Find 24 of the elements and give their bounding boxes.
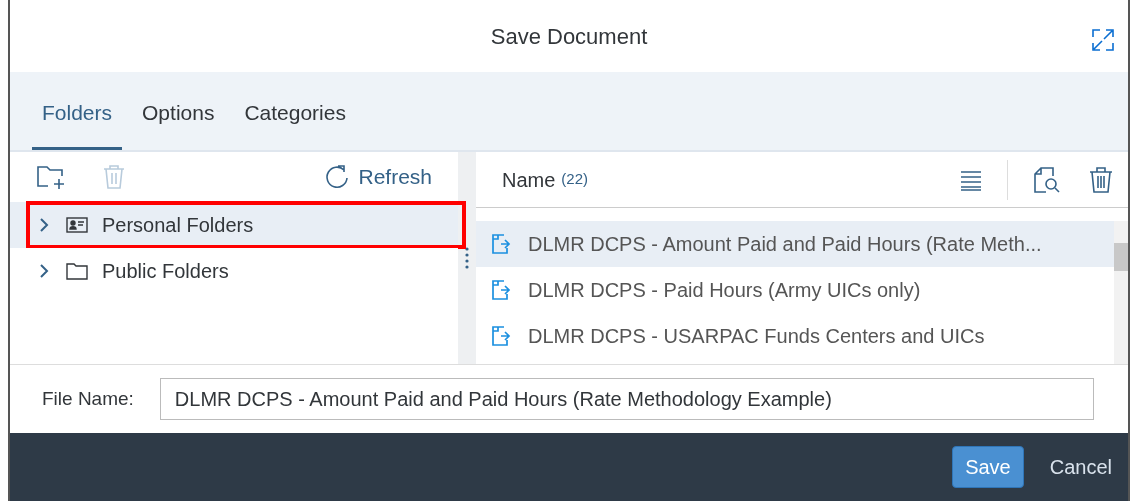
refresh-button[interactable]: Refresh [324,161,432,193]
folder-label: Public Folders [102,259,229,284]
resize-handle-icon[interactable] [465,247,469,269]
trash-icon[interactable] [1088,165,1114,194]
contact-folder-icon [66,216,88,234]
tab[interactable]: Options [132,92,225,150]
folder-icon [66,262,88,280]
dialog-title: Save Document [490,22,648,51]
new-folder-icon[interactable] [36,164,66,190]
document-row[interactable]: DLMR DCPS - Amount Paid and Paid Hours (Rate Meth... [476,221,1114,267]
document-name: DLMR DCPS - Amount Paid and Paid Hours (Rate Meth... [528,232,1042,257]
scrollbar-thumb[interactable] [1114,243,1128,271]
item-count: (22) [561,169,589,190]
field-label: File Name: [42,386,134,411]
cancel-button[interactable]: Cancel [1043,446,1118,488]
column-header: Name [502,167,556,193]
tab[interactable]: Categories [234,92,356,150]
file-name-field[interactable]: DLMR DCPS - Amount Paid and Paid Hours (Rate Methodology Example) [159,378,1094,420]
folder-label: Personal Folders [102,213,254,238]
document-name: DLMR DCPS - USARPAC Funds Centers and UICs [528,324,985,349]
refresh-icon [324,164,351,190]
document-search-icon[interactable] [1032,165,1062,194]
expand-icon[interactable] [1090,27,1116,53]
document-name: DLMR DCPS - Paid Hours (Army UICs only) [528,278,921,303]
